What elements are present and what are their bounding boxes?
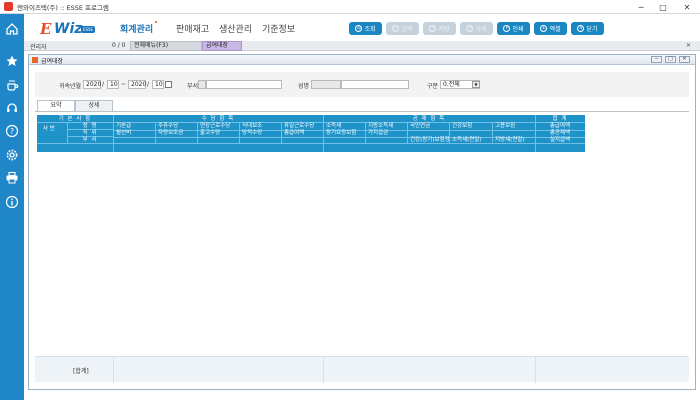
inner-close-button[interactable]: ✕ [679, 56, 690, 63]
excel-button[interactable]: E 엑셀 [534, 22, 567, 35]
search-panel: 귀속년월 2020 / 10 ~ 2020 / 10 부서 성명 구분 0.전체… [35, 72, 689, 97]
query-icon: ◎ [355, 25, 363, 32]
print-icon: P [503, 25, 511, 32]
svg-text:?: ? [10, 127, 14, 136]
query-label: 조회 [364, 26, 376, 33]
col-ltc-insurance: 장기요양보험 [326, 130, 357, 136]
maximize-button[interactable]: □ [652, 0, 674, 14]
insert-label: 입력 [401, 26, 413, 33]
tab-detail[interactable]: 상세 [75, 100, 113, 111]
logo: E Wiz ESSE [40, 18, 96, 38]
logo-badge: ESSE [81, 26, 95, 33]
col-national-pension: 국민연금 [410, 123, 431, 129]
user-label: 관리자 [30, 44, 47, 51]
menu-sales-inventory[interactable]: 판매재고 [176, 22, 209, 35]
window-title-bar: 엔와이즈텍(주) :: ESSE 프로그램 ─ □ ✕ [0, 0, 700, 14]
close-icon: X [577, 25, 585, 32]
payroll-grid-header: 기 본 사 항 수 당 항 목 공 제 항 목 합 계 사 번 성 명 직 위 … [37, 115, 585, 152]
window-title: 엔와이즈텍(주) :: ESSE 프로그램 [17, 3, 109, 12]
minimize-button[interactable]: ─ [630, 0, 652, 14]
logo-mark: E [40, 20, 52, 38]
menu-accounting[interactable]: 회계관리 [120, 21, 158, 35]
emp-name-input[interactable] [341, 80, 409, 89]
delete-icon: d [466, 25, 474, 32]
excel-icon: E [540, 25, 548, 32]
tab-payroll-ledger[interactable]: 급여대장 [202, 41, 242, 51]
col-employment-insurance: 고용보험 [495, 123, 516, 129]
menu-production[interactable]: 생산관리 [219, 22, 252, 35]
col-duty-allowance: 당직수당 [242, 130, 263, 136]
col-advance-payment: 가지급금 [368, 130, 389, 136]
grid-footer-total: [합계] [35, 356, 689, 383]
save-button[interactable]: s 저장 [423, 22, 456, 35]
app-header: E Wiz ESSE 회계관리 판매재고 생산관리 기준정보 ◎ 조회 i 입력 s… [24, 14, 700, 41]
window-doc-icon [32, 57, 38, 63]
close-window-button[interactable]: ✕ [676, 0, 698, 14]
col-health-insurance: 건강보험 [452, 123, 473, 129]
type-label: 구분 [427, 83, 439, 90]
tab-close-icon[interactable]: ✕ [686, 42, 691, 49]
insert-button[interactable]: i 입력 [386, 22, 419, 35]
document-tab-strip: 관리자 0 / 0 전체메뉴(F3) 급여대장 ✕ [24, 41, 700, 51]
delete-button[interactable]: d 삭제 [460, 22, 493, 35]
tab-all-menu[interactable]: 전체메뉴(F3) [130, 41, 202, 51]
col-income-tax-yearend: 소득세(연말) [452, 137, 482, 143]
payroll-ledger-window: 급여대장 ─ □ ✕ 귀속년월 2020 / 10 ~ 2020 / 10 부서… [28, 54, 696, 390]
inner-restore-button[interactable]: □ [665, 56, 676, 63]
col-net-pay: 실지급액 [549, 137, 571, 143]
query-button[interactable]: ◎ 조회 [349, 22, 382, 35]
left-icon-rail: ? [0, 14, 24, 400]
save-label: 저장 [438, 26, 450, 33]
insert-icon: i [392, 25, 400, 32]
range-tilde: ~ [121, 81, 127, 88]
tab-divider [35, 111, 689, 112]
emp-code-input[interactable] [311, 80, 341, 89]
print-label: 인쇄 [512, 26, 524, 33]
delete-label: 삭제 [475, 26, 487, 33]
col-department: 부 서 [82, 137, 98, 143]
coffee-icon[interactable] [5, 78, 19, 92]
name-label: 성명 [298, 83, 310, 90]
info-icon[interactable] [5, 195, 19, 209]
dept-code-input[interactable] [198, 80, 206, 89]
dept-name-input[interactable] [206, 80, 282, 89]
period-label: 귀속년월 [59, 83, 82, 90]
app-icon [4, 2, 13, 11]
home-icon[interactable] [5, 22, 19, 36]
from-month-input[interactable]: 10 [107, 80, 119, 89]
close-label: 닫기 [586, 26, 598, 33]
to-year-input[interactable]: 2020 [128, 80, 146, 89]
print-button[interactable]: P 인쇄 [497, 22, 530, 35]
chevron-down-icon[interactable]: ▼ [472, 81, 480, 88]
help-icon[interactable]: ? [5, 124, 19, 138]
col-shipping-allowance: 출고수당 [200, 130, 221, 136]
to-separator: / [147, 81, 150, 88]
printer-icon[interactable] [5, 171, 19, 185]
save-icon: s [429, 25, 437, 32]
from-year-input[interactable]: 2020 [83, 80, 101, 89]
calendar-icon[interactable] [165, 81, 172, 88]
to-month-input[interactable]: 10 [152, 80, 164, 89]
excel-label: 엑셀 [549, 26, 561, 33]
close-button[interactable]: X 닫기 [571, 22, 604, 35]
gear-icon[interactable] [5, 148, 19, 162]
col-health-settlement: 건강(장기)보험정산 [410, 137, 450, 143]
inner-title-bar: 급여대장 ─ □ ✕ [29, 55, 695, 65]
col-extra-pay: 월선비 [116, 130, 132, 136]
sum-label: [합계] [73, 368, 89, 375]
headset-icon[interactable] [5, 101, 19, 115]
dept-label: 부서 [187, 83, 199, 90]
col-emp-no: 사 번 [43, 126, 55, 132]
inner-title: 급여대장 [41, 58, 64, 65]
logo-wordmark: Wiz [54, 21, 83, 37]
col-vehicle-support: 자량보조금 [158, 130, 184, 136]
star-icon[interactable] [5, 54, 19, 68]
menu-master-data[interactable]: 기준정보 [262, 22, 295, 35]
col-local-tax-yearend: 지방세(연말) [495, 137, 525, 143]
from-separator: / [102, 81, 105, 88]
col-gross-pay: 총급여액 [284, 130, 305, 136]
tab-count: 0 / 0 [112, 42, 126, 49]
inner-minimize-button[interactable]: ─ [651, 56, 662, 63]
